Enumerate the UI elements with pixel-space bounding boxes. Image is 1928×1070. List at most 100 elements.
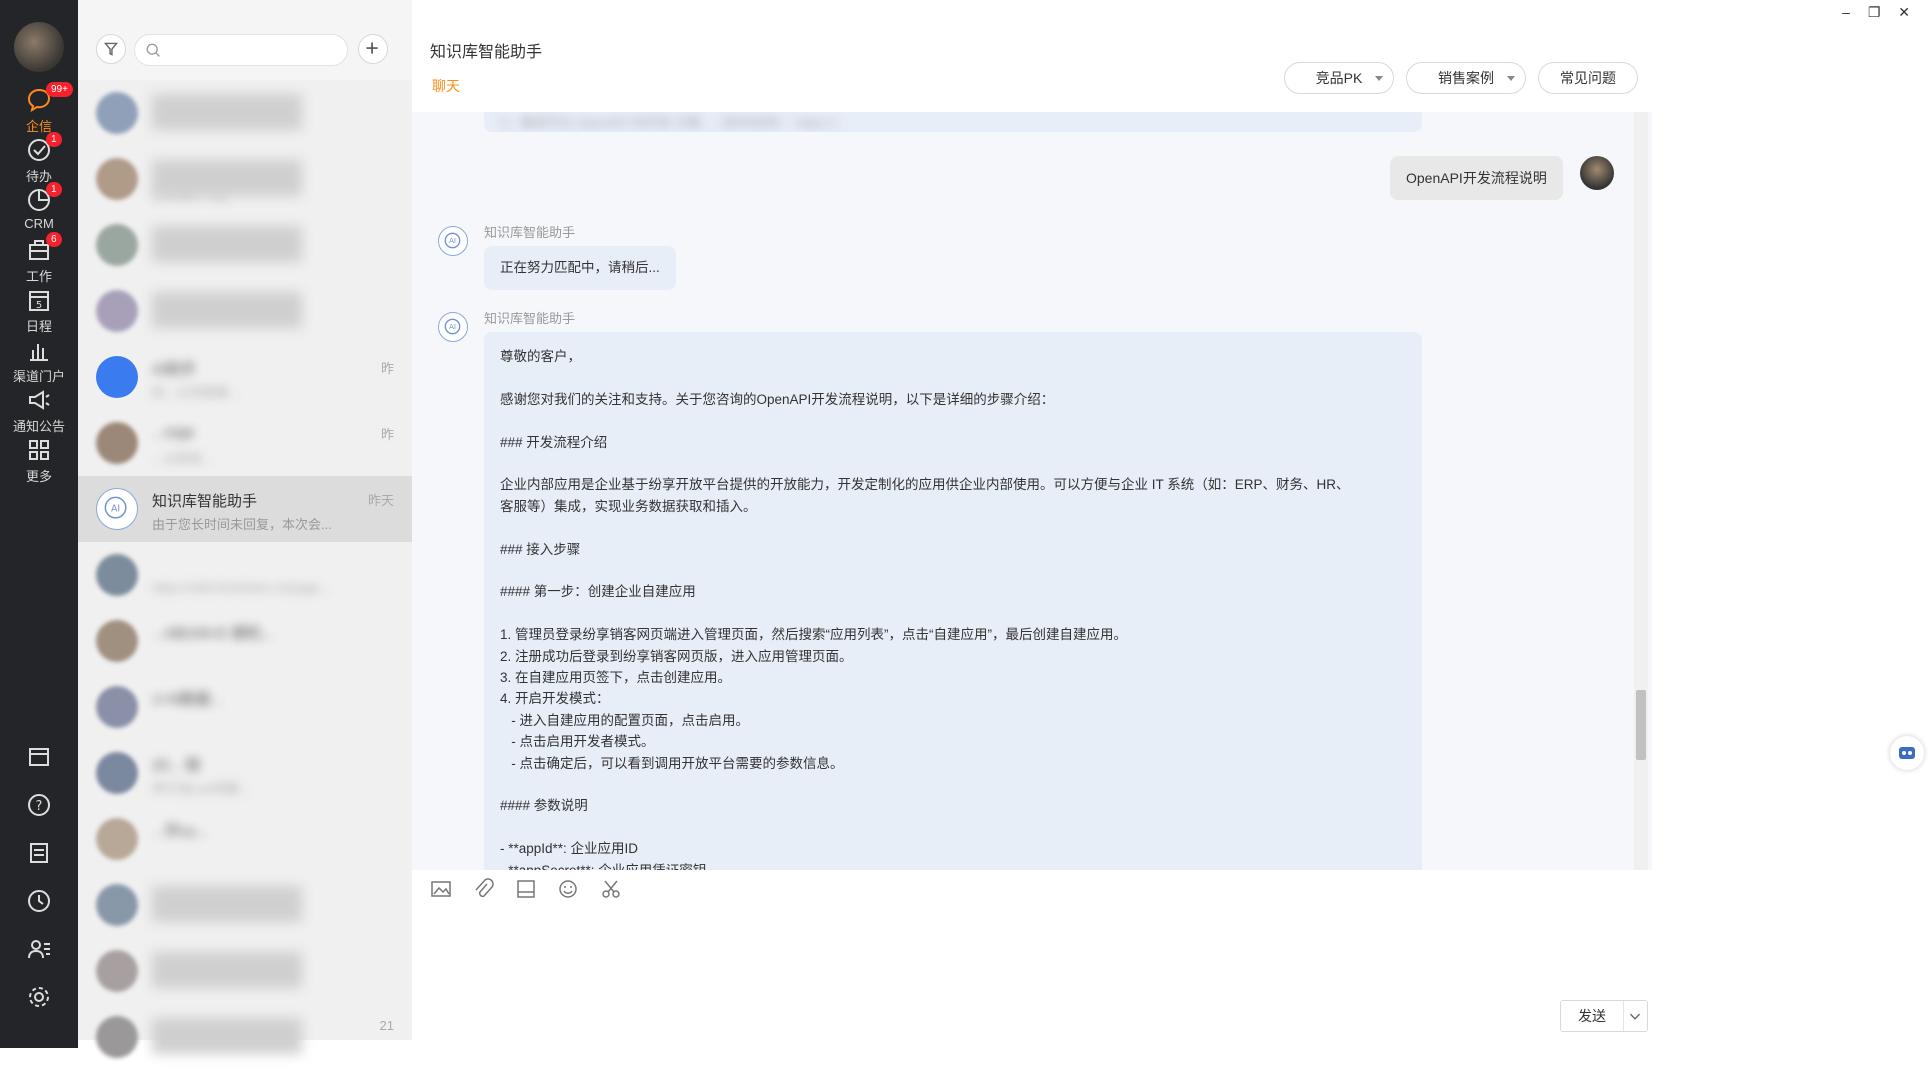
conversation-item[interactable]: 21 <box>78 1004 412 1070</box>
bar-chart-icon <box>30 344 48 361</box>
answer-line: #### 第一步：创建企业自建应用 <box>500 584 696 600</box>
answer-line: 2. 注册成功后登录到纷享销客网页版，进入应用管理页面。 <box>500 648 853 664</box>
answer-line: #### 参数说明 <box>500 798 588 814</box>
conversation-item[interactable] <box>78 872 412 938</box>
conversation-time: 昨 <box>380 361 394 376</box>
conversation-avatar <box>96 1016 138 1058</box>
conversation-item[interactable] <box>78 80 412 146</box>
redacted-area <box>152 160 302 196</box>
clock-icon[interactable] <box>24 886 54 916</box>
calendar-icon: 5 <box>29 291 49 311</box>
svg-text:AI: AI <box>449 236 456 245</box>
scrollbar[interactable] <box>1634 112 1648 870</box>
redacted-area <box>152 94 302 130</box>
scissors-icon[interactable] <box>600 878 622 900</box>
answer-line: 客服等）集成，实现业务数据获取和插入。 <box>500 498 757 514</box>
ai-robot-icon: AI <box>444 318 461 335</box>
chat-title: 知识库智能助手 <box>430 44 543 61</box>
answer-line <box>500 410 1406 431</box>
megaphone-icon <box>29 390 50 410</box>
sender-name: 知识库智能助手 <box>484 311 576 326</box>
conversation-list: 让长会G..org AI助手的...公司有限... 昨 ...orge ...公告有..… <box>78 0 412 1058</box>
answer-line <box>500 453 1406 474</box>
search-box[interactable] <box>134 34 348 66</box>
answer-line <box>500 560 1406 581</box>
conversation-item[interactable]: https://wiki.firstshare.cn/page... <box>78 542 412 608</box>
user-message-bubble: OpenAPI开发流程说明 <box>1390 156 1563 200</box>
nav-item-more[interactable]: 更多 <box>8 430 70 488</box>
nav-item-label: CRM <box>24 216 54 231</box>
restore-button[interactable]: ❐ <box>1868 4 1881 20</box>
unread-badge: 1 <box>46 182 62 197</box>
help-icon[interactable]: ? <box>24 790 54 820</box>
conversation-item[interactable]: ...宇xu... <box>78 806 412 872</box>
unread-badge: 1 <box>46 132 62 147</box>
conversation-preview: 的...公司有限... <box>152 385 239 400</box>
send-label: 发送 <box>1578 1008 1606 1024</box>
filter-button[interactable] <box>96 34 126 64</box>
tab-chat[interactable]: 聊天 <box>432 76 460 96</box>
conversation-item[interactable]: 1+N数据... <box>78 674 412 740</box>
conversation-avatar <box>96 224 138 266</box>
conversation-item[interactable]: 20... 程李子龙Lee向路... <box>78 740 412 806</box>
conversation-item[interactable]: AI 知识库智能助手 由于您长时间未回复，本次会... 昨天 <box>78 476 412 542</box>
faq-button[interactable]: 常见问题 <box>1538 62 1638 94</box>
answer-line: ### 接入步骤 <box>500 541 581 557</box>
conversation-item[interactable]: AI助手 的...公司有限... 昨 <box>78 344 412 410</box>
conversation-item[interactable] <box>78 278 412 344</box>
notepad-icon[interactable] <box>24 838 54 868</box>
user-avatar-small <box>1580 156 1614 190</box>
answer-line: 企业内部应用是企业基于纷享开放平台提供的开放能力，开发定制化的应用供企业内部使用… <box>500 477 1350 493</box>
unread-badge: 99+ <box>46 82 73 97</box>
image-icon[interactable] <box>430 878 452 900</box>
competitor-pk-button[interactable]: 竞品PK <box>1284 62 1394 94</box>
conversation-item[interactable]: ...ABU04-E 建机... <box>78 608 412 674</box>
conversation-name: ...宇xu... <box>152 823 208 840</box>
svg-text:AI: AI <box>449 322 456 331</box>
conversation-time: 昨 <box>380 427 394 442</box>
answer-line <box>500 367 1406 388</box>
contacts-icon[interactable] <box>24 934 54 964</box>
answer-line: - 点击确定后，可以看到调用开放平台需要的参数信息。 <box>500 755 844 771</box>
conversation-time: 昨天 <box>367 493 394 508</box>
answer-line <box>500 817 1406 838</box>
conversation-item[interactable] <box>78 212 412 278</box>
search-input[interactable] <box>167 35 337 65</box>
close-button[interactable]: ✕ <box>1898 4 1910 20</box>
scrollbar-thumb[interactable] <box>1636 690 1646 760</box>
answer-line: - **appSecret**: 企业应用凭证密钥 <box>500 860 1406 870</box>
conversation-item[interactable] <box>78 938 412 1004</box>
send-options-dropdown[interactable] <box>1623 1001 1647 1031</box>
add-button[interactable] <box>358 34 388 64</box>
conversation-avatar <box>96 158 138 200</box>
floating-assistant-button[interactable] <box>1890 736 1924 770</box>
conversation-name: 1+N数据... <box>152 691 223 708</box>
sales-cases-label: 销售案例 <box>1438 70 1494 86</box>
plus-icon <box>366 42 378 54</box>
answer-line: - **appId**: 企业应用ID <box>500 841 639 857</box>
conversation-item[interactable]: ...orge ...公告有... 昨 <box>78 410 412 476</box>
grid-icon <box>29 440 49 460</box>
message-input[interactable] <box>412 912 1652 1032</box>
faq-label: 常见问题 <box>1560 70 1616 86</box>
settings-icon[interactable] <box>24 982 54 1012</box>
filter-icon <box>103 42 119 56</box>
attachment-icon[interactable] <box>472 878 495 900</box>
answer-line: 3. 在自建应用页签下，点击创建应用。 <box>500 670 732 685</box>
chevron-down-icon <box>1375 76 1383 81</box>
bot-pending-bubble: 正在努力匹配中，请稍后... <box>484 246 676 290</box>
folder-icon[interactable] <box>515 878 537 900</box>
answer-line: 尊敬的客户， <box>500 349 581 364</box>
user-avatar[interactable] <box>14 22 64 72</box>
conversation-avatar <box>96 422 138 464</box>
sales-cases-button[interactable]: 销售案例 <box>1406 62 1526 94</box>
conversation-item[interactable]: 让长会G..org <box>78 146 412 212</box>
answer-line: - 进入自建应用的配置页面，点击启用。 <box>500 712 749 728</box>
conversation-preview: ...公告有... <box>152 451 213 466</box>
window-icon[interactable] <box>24 742 54 772</box>
conversation-avatar <box>96 554 138 596</box>
minimize-button[interactable]: – <box>1842 4 1850 20</box>
emoji-icon[interactable] <box>557 878 579 900</box>
send-button[interactable]: 发送 <box>1560 1000 1648 1032</box>
redacted-area <box>152 886 302 922</box>
